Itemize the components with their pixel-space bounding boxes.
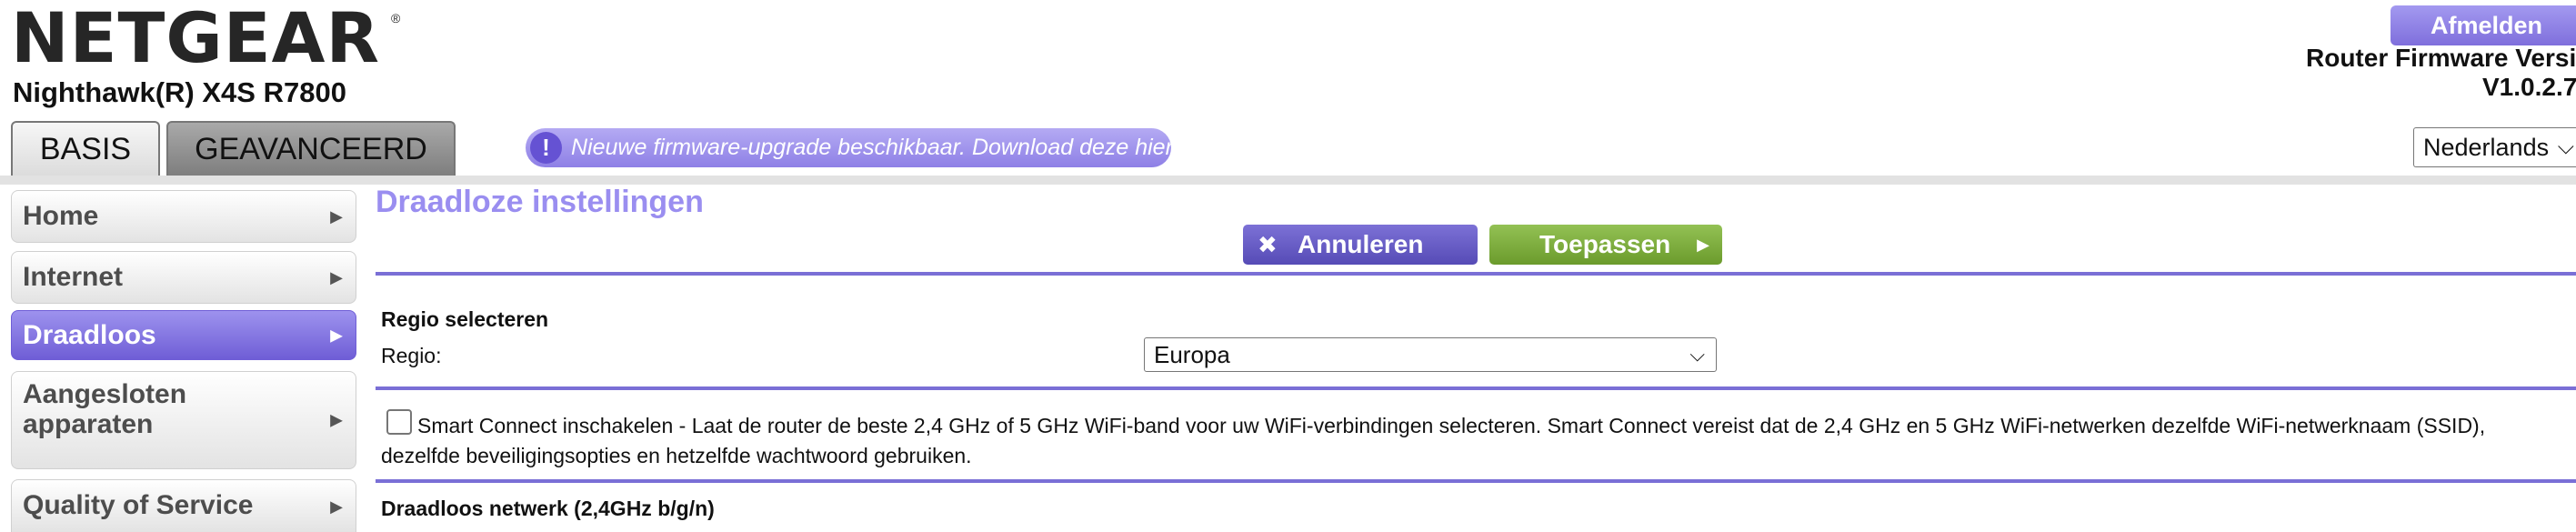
language-select[interactable]: Nederlands ⌵ [2413,127,2576,167]
wireless-24ghz-section-title: Draadloos netwerk (2,4GHz b/g/n) [381,497,715,520]
sidebar-item-attached-devices[interactable]: Aangesloten apparaten ▶ [11,371,356,469]
sidebar-item-label: Aangesloten apparaten [23,379,187,439]
registered-mark: ® [391,11,401,25]
language-selected-value: Nederlands [2423,134,2550,161]
chevron-right-icon: ▶ [330,410,343,429]
close-icon: ✖ [1258,231,1278,258]
firmware-upgrade-notice[interactable]: ! Nieuwe firmware-upgrade beschikbaar. D… [526,128,1178,167]
sidebar-item-wireless[interactable]: Draadloos ▶ [11,310,356,360]
chevron-right-icon: ▶ [330,497,343,516]
apply-button-label: Toepassen [1539,230,1671,258]
apply-button[interactable]: Toepassen ▶ [1489,225,1722,265]
tab-advanced[interactable]: GEAVANCEERD [166,121,456,176]
chevron-right-icon: ▶ [330,326,343,344]
section-divider [376,386,2576,390]
chevron-down-icon: ⌵ [1689,343,1705,366]
router-model: Nighthawk(R) X4S R7800 [13,76,346,108]
logout-button[interactable]: Afmelden [2391,5,2576,45]
section-divider [376,272,2576,276]
sidebar-item-qos[interactable]: Quality of Service ▶ [11,479,356,532]
tab-strip [0,176,2576,185]
firmware-version-label: Router Firmware Versi [2306,44,2576,72]
region-selected-value: Europa [1154,341,1230,368]
chevron-right-icon: ▶ [330,207,343,226]
region-label: Regio: [381,344,442,367]
exclamation-icon: ! [530,132,562,164]
page-title: Draadloze instellingen [376,185,704,219]
netgear-logo: NETGEAR [11,0,380,78]
section-divider [376,479,2576,483]
smart-connect-checkbox[interactable] [386,409,412,435]
chevron-right-icon: ▶ [330,268,343,286]
tab-basic[interactable]: BASIS [11,121,160,176]
region-section-title: Regio selecteren [381,307,549,331]
sidebar-item-label: Draadloos [23,320,156,350]
play-arrow-icon: ▶ [1697,236,1709,254]
sidebar-item-label: Internet [23,262,124,292]
firmware-upgrade-text: Nieuwe firmware-upgrade beschikbaar. Dow… [571,135,1178,160]
sidebar-item-label: Home [23,201,99,231]
region-select[interactable]: Europa ⌵ [1144,337,1717,372]
firmware-version-value: V1.0.2.7 [2482,73,2576,101]
sidebar-item-home[interactable]: Home ▶ [11,190,356,243]
sidebar-item-internet[interactable]: Internet ▶ [11,251,356,304]
cancel-button[interactable]: ✖ Annuleren [1243,225,1478,265]
sidebar-item-label: Quality of Service [23,490,254,520]
smart-connect-description: Smart Connect inschakelen - Laat de rout… [381,414,2486,467]
cancel-button-label: Annuleren [1298,230,1424,258]
chevron-down-icon: ⌵ [2557,135,2574,159]
